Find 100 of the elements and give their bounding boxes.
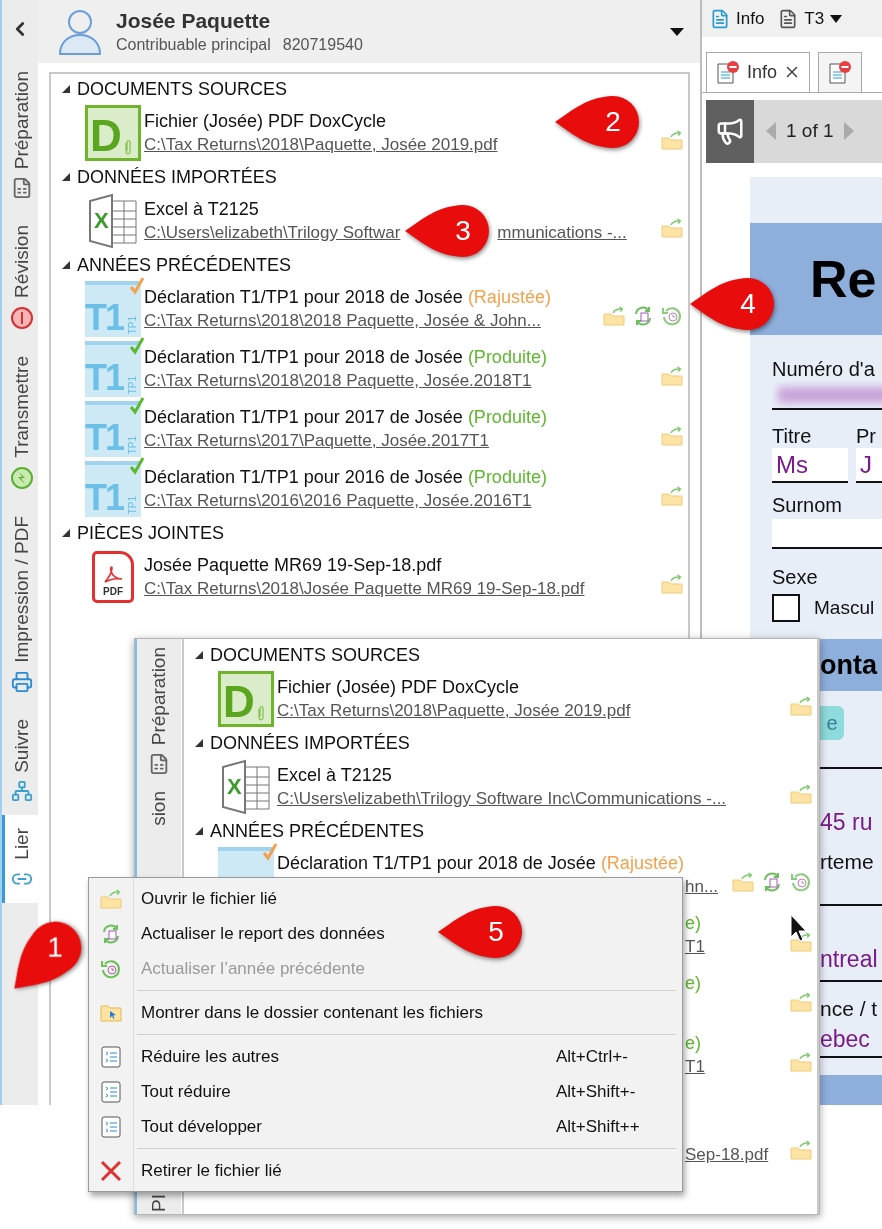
folder-arrow-icon (661, 426, 683, 446)
folder-arrow-icon (790, 932, 812, 952)
input-field[interactable]: J (856, 448, 882, 483)
expand-triangle-icon[interactable] (62, 529, 70, 537)
pdf-file-icon: PDF (92, 551, 134, 603)
side-tab[interactable]: sion (148, 783, 170, 835)
menu-item[interactable]: Montrer dans le dossier contenant les fichiers (89, 995, 682, 1030)
document-tab[interactable] (818, 51, 863, 92)
folder-arrow-icon (790, 992, 812, 1012)
file-path-link[interactable]: C:\Tax Returns\2018\Paquette, Josée 2019.pdf (144, 135, 498, 155)
mouse-pointer-icon (790, 914, 808, 942)
file-title: Déclaration T1/TP1 pour 2018 de Josée (144, 286, 463, 308)
checklist-icon (101, 1115, 121, 1138)
menu-item[interactable]: Tout développer Alt+Shift++ (89, 1109, 682, 1144)
file-path-link[interactable]: C:\Tax Returns\2017\Paquette, Josée.2017T1 (144, 431, 489, 451)
folder-arrow-icon (790, 1140, 812, 1160)
check-mark-icon (262, 843, 278, 861)
caret-down-icon (830, 14, 843, 23)
side-tab[interactable]: Préparation (148, 639, 170, 784)
file-path-link[interactable]: C:\Tax Returns\2018\Paquette, Josée 2019.pdf (277, 701, 631, 721)
document-icon (778, 8, 799, 29)
file-title: Déclaration T1/TP1 pour 2016 de Josée (144, 466, 463, 488)
document-icon (710, 8, 730, 29)
file-path-link[interactable]: hn... (685, 877, 719, 897)
expand-triangle-icon[interactable] (62, 85, 70, 93)
status-label: (Produite) (467, 466, 547, 488)
menu-item[interactable]: Réduire les autres Alt+Ctrl+- (89, 1039, 682, 1074)
toolbar-button[interactable]: Info (710, 8, 765, 29)
expand-triangle-icon[interactable] (195, 739, 203, 747)
side-tab[interactable]: Impression / PDF (2, 502, 38, 706)
file-path-link[interactable]: C:\Tax Returns\2018\2018 Paquette, Josée & John... (144, 311, 541, 331)
network-icon (10, 780, 33, 803)
lightning-circle-icon (9, 465, 34, 490)
checkbox[interactable] (772, 594, 800, 622)
status-label: e) (685, 1032, 701, 1054)
folder-arrow-icon (790, 784, 812, 804)
next-page-icon[interactable] (843, 122, 854, 141)
status-label: (Rajustée) (467, 286, 551, 308)
folder-arrow-icon (661, 130, 683, 150)
field-label: rteme (820, 849, 874, 875)
status-label: e) (685, 912, 701, 934)
file-title: Fichier (Josée) PDF DoxCycle (144, 110, 387, 132)
expand-triangle-icon[interactable] (62, 261, 70, 269)
status-label: e) (685, 972, 701, 994)
form-title: Re (810, 249, 877, 309)
file-title: Josée Paquette MR69 19-Sep-18.pdf (144, 554, 442, 576)
file-path-link[interactable]: Sep-18.pdf (685, 1145, 769, 1165)
announcement-button[interactable] (706, 99, 754, 163)
refresh-action-button[interactable] (761, 871, 783, 893)
folder-arrow-icon (661, 366, 683, 386)
folder-arrow-icon (661, 574, 683, 594)
field-value: ntreal (820, 945, 878, 974)
file-path-link[interactable]: T1 (685, 1057, 705, 1077)
previous-year-action-button[interactable] (790, 871, 812, 893)
menu-item[interactable]: Tout réduire Alt+Shift+- (89, 1074, 682, 1109)
expand-triangle-icon[interactable] (195, 827, 203, 835)
side-tab[interactable]: Préparation (2, 58, 38, 213)
side-tab[interactable]: Lier (2, 815, 38, 904)
field-value: 45 ru (820, 808, 873, 837)
input-field[interactable]: Ms (772, 448, 848, 483)
previous-year-action-button[interactable] (661, 305, 683, 327)
file-path-link[interactable]: T1 (685, 937, 705, 957)
file-path-link[interactable]: C:\Tax Returns\2018\2018 Paquette, Josée.2018T1 (144, 371, 532, 391)
section-title: DOCUMENTS SOURCES (210, 644, 420, 666)
expand-triangle-icon[interactable] (195, 651, 203, 659)
expand-triangle-icon[interactable] (62, 173, 70, 181)
file-path-link[interactable]: C:\Tax Returns\2018\Josée Paquette MR69 19-Sep-18.pdf (144, 579, 585, 599)
section-title: DOCUMENTS SOURCES (77, 78, 287, 100)
refresh-action-button[interactable] (632, 305, 654, 327)
file-title: Excel à T2125 (277, 764, 392, 786)
side-tab[interactable]: Transmettre (2, 343, 38, 503)
chart-document-icon (148, 753, 170, 776)
file-path-link[interactable]: C:\Users\elizabeth\Trilogy Software Inc\Communications -... (277, 789, 727, 809)
file-title: Déclaration T1/TP1 pour 2018 de Josée (144, 346, 463, 368)
checkbox-label: Mascul (814, 597, 875, 619)
file-path-link[interactable]: C:\Users\elizabeth\Trilogy Softwar (144, 223, 401, 243)
side-tab[interactable]: Révision (2, 212, 38, 344)
printer-icon (10, 670, 33, 693)
field-label: Surnom (772, 493, 844, 517)
folder-arrow-icon (100, 888, 122, 909)
field-label: nce / t (820, 996, 878, 1022)
toolbar-button[interactable]: T3 (778, 8, 843, 29)
file-path-link[interactable]: mmunications -... (497, 223, 627, 243)
clock-arrow-icon (100, 957, 122, 980)
side-tab[interactable]: Suivre (2, 705, 38, 816)
check-mark-icon (129, 337, 145, 355)
menu-item[interactable]: Retirer le fichier lié (89, 1153, 682, 1188)
callout-marker: 2 (555, 96, 639, 148)
taxpayer-name: Josée Paquette (116, 9, 272, 33)
open-action-button[interactable] (790, 931, 812, 953)
file-path-link[interactable]: C:\Tax Returns\2016\2016 Paquette, Josée.2016T1 (144, 491, 532, 511)
side-tab[interactable]: PI (148, 1194, 170, 1214)
file-title: Déclaration T1/TP1 pour 2017 de Josée (144, 406, 463, 428)
previous-page-icon[interactable] (766, 122, 776, 141)
input-field[interactable] (772, 519, 882, 549)
check-mark-icon (129, 277, 145, 295)
document-tab[interactable]: Info (706, 51, 811, 92)
section-title: PIÈCES JOINTES (77, 522, 225, 544)
folder-arrow-icon (603, 306, 625, 326)
checklist-icon (101, 1045, 121, 1068)
